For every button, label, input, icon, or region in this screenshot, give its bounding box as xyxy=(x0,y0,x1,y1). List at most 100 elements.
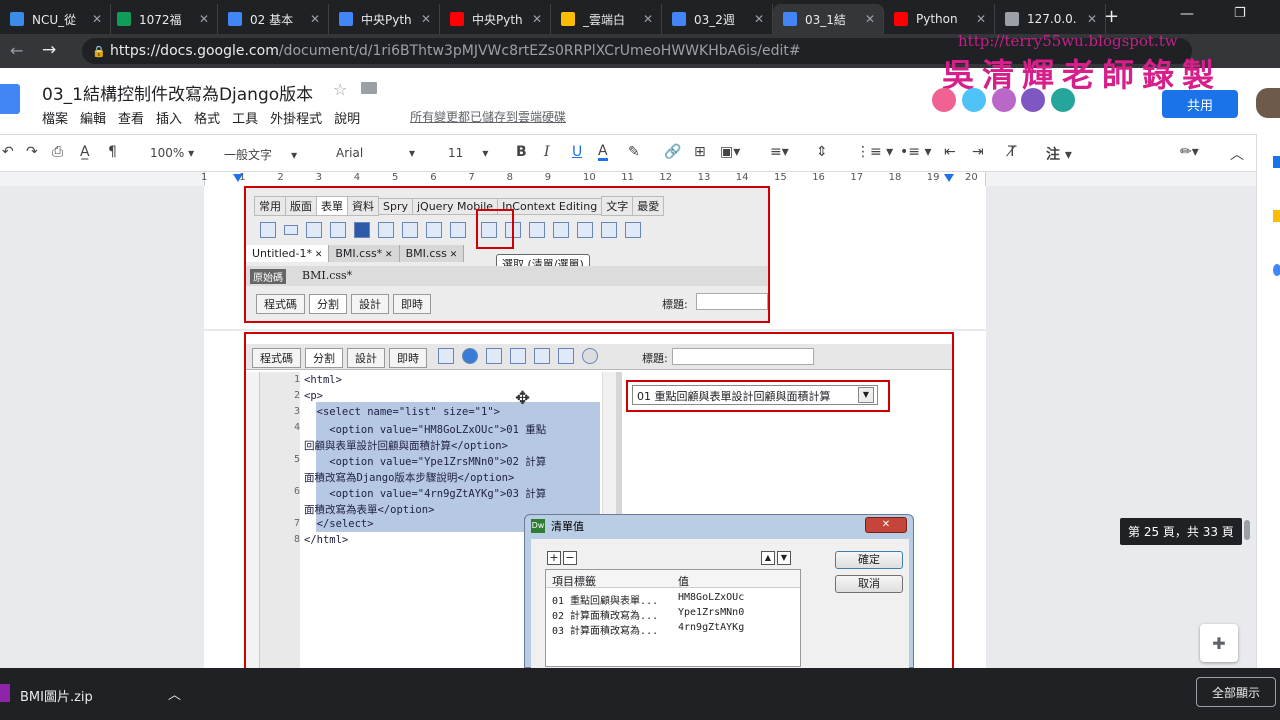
browser-tab[interactable]: _雲端白 ✕ xyxy=(551,4,662,34)
menu-item[interactable]: 插入 xyxy=(156,112,182,127)
dw-insert-tab[interactable]: 最愛 xyxy=(632,196,665,216)
new-tab-button[interactable]: + xyxy=(1104,6,1119,27)
highlight-icon[interactable]: ✎ xyxy=(628,144,640,160)
menu-item[interactable]: 編輯 xyxy=(80,112,106,127)
menu-item[interactable]: 格式 xyxy=(194,112,220,127)
undo-icon[interactable]: ↶ xyxy=(2,144,14,160)
increase-indent-icon[interactable]: ⇥ xyxy=(972,144,984,160)
font-size-select[interactable]: 11 ▾ xyxy=(448,146,488,160)
move-down-button[interactable]: ▼ xyxy=(777,551,791,565)
add-item-button[interactable]: + xyxy=(547,551,561,565)
font-select[interactable]: Arial ▾ xyxy=(336,146,415,160)
share-button[interactable]: 共用 xyxy=(1162,90,1238,118)
save-status[interactable]: 所有變更都已儲存到雲端硬碟 xyxy=(410,108,566,125)
explore-button[interactable]: ✚ xyxy=(1200,624,1238,662)
tab-close-icon[interactable]: ✕ xyxy=(310,12,320,26)
dialog-close-button[interactable]: ✕ xyxy=(865,517,907,533)
print-icon[interactable]: ⎙ xyxy=(52,144,63,160)
dw-view-button[interactable]: 即時 xyxy=(389,348,427,368)
dw-insert-tab[interactable]: 資料 xyxy=(347,196,379,216)
table-row[interactable]: 02 計算面積改寫為... Ype1ZrsMNn0 xyxy=(546,606,800,622)
italic-button[interactable]: I xyxy=(544,144,550,160)
calendar-icon[interactable] xyxy=(1273,156,1280,168)
dw-document-tab[interactable]: BMI.css* ✕ xyxy=(329,245,400,262)
redo-icon[interactable]: ↷ xyxy=(26,144,38,160)
restore-button[interactable]: ❐ xyxy=(1234,6,1246,21)
cancel-button[interactable]: 取消 xyxy=(835,575,903,593)
star-icon[interactable]: ☆ xyxy=(333,80,347,99)
clear-format-icon[interactable]: T̸ xyxy=(1008,144,1017,160)
minimize-button[interactable]: — xyxy=(1180,6,1194,22)
tasks-icon[interactable] xyxy=(1273,264,1280,276)
select-list-tool-highlight[interactable] xyxy=(476,209,514,249)
doc-title[interactable]: 03_1結構控制件改寫為Django版本 xyxy=(42,80,313,105)
folder-icon[interactable] xyxy=(361,82,377,94)
dw-insert-tab[interactable]: 常用 xyxy=(254,196,286,216)
tab-close-icon[interactable]: ✕ xyxy=(92,12,102,26)
browser-tab[interactable]: 03_1結 ✕ xyxy=(773,4,884,34)
tab-close-icon[interactable]: ✕ xyxy=(976,12,986,26)
spellcheck-icon[interactable]: A̲ xyxy=(80,144,90,160)
dw-view-button[interactable]: 程式碼 xyxy=(256,294,305,314)
dw-insert-tab[interactable]: 文字 xyxy=(601,196,634,216)
zoom-select[interactable]: 100% ▾ xyxy=(150,146,194,160)
tab-close-icon[interactable]: ✕ xyxy=(199,12,209,26)
menu-item[interactable]: 外掛程式 xyxy=(270,112,322,127)
dw-view-button[interactable]: 分割 xyxy=(305,348,343,368)
dw-insert-tab[interactable]: 表單 xyxy=(316,196,348,216)
bold-button[interactable]: B xyxy=(516,144,527,160)
dw-main-title-input[interactable] xyxy=(672,348,814,365)
browser-tab[interactable]: NCU_從 ✕ xyxy=(0,4,111,34)
ruler-track[interactable]: 1 1 2 3 4 5 6 7 8 9 10 11 12 13 14 15 16 17 18 19 20 xyxy=(201,172,986,186)
move-up-button[interactable]: ▲ xyxy=(761,551,775,565)
menu-item[interactable]: 查看 xyxy=(118,112,144,127)
select-preview[interactable]: 01 重點回顧與表單設計回顧與面積計算 xyxy=(632,385,878,405)
browser-tab[interactable]: 中央Pyth ✕ xyxy=(440,4,551,34)
dw-insert-tab[interactable]: 版面 xyxy=(285,196,317,216)
image-icon[interactable]: ▣▾ xyxy=(720,144,740,160)
list-values-table[interactable]: 項目標籤 值 01 重點回顧與表單... HM8GoLZxOUc 02 計算面積改寫… xyxy=(545,569,801,667)
edit-mode-icon[interactable]: ✏▾ xyxy=(1180,144,1199,160)
page-scroll-thumb[interactable] xyxy=(1244,520,1250,540)
dw-view-button[interactable]: 即時 xyxy=(393,294,431,314)
tab-close-icon[interactable]: ✕ xyxy=(754,12,764,26)
browser-tab[interactable]: 03_2週 ✕ xyxy=(662,4,773,34)
ok-button[interactable]: 確定 xyxy=(835,551,903,569)
dw-tab-close-icon[interactable]: ✕ xyxy=(447,250,458,260)
menu-item[interactable]: 檔案 xyxy=(42,112,68,127)
account-avatar[interactable] xyxy=(1256,88,1280,118)
browser-tab[interactable]: 02 基本 ✕ xyxy=(218,4,329,34)
dw-view-button[interactable]: 設計 xyxy=(351,294,389,314)
table-row[interactable]: 01 重點回顧與表單... HM8GoLZxOUc xyxy=(546,591,800,607)
table-row[interactable]: 03 計算面積改寫為... 4rn9gZtAYKg xyxy=(546,621,800,637)
download-file-name[interactable]: BMI圖片.zip xyxy=(20,686,93,705)
download-menu-chevron-icon[interactable]: ︿ xyxy=(168,684,181,703)
forward-icon[interactable]: → xyxy=(42,40,56,60)
keep-icon[interactable] xyxy=(1273,210,1280,222)
notes-button[interactable]: 注 ▾ xyxy=(1046,144,1072,164)
comment-icon[interactable]: ⊞ xyxy=(694,144,706,160)
dw-document-tab[interactable]: Untitled-1* ✕ xyxy=(246,245,330,262)
select-dropdown-arrow-icon[interactable]: ▼ xyxy=(858,387,874,403)
bulleted-list-icon[interactable]: •≡ ▾ xyxy=(900,144,931,160)
browser-tab[interactable]: Python ✕ xyxy=(884,4,995,34)
docs-logo-icon[interactable] xyxy=(0,84,20,114)
menu-item[interactable]: 工具 xyxy=(232,112,258,127)
source-tag[interactable]: 原始碼 xyxy=(250,269,286,284)
dw-tab-close-icon[interactable]: ✕ xyxy=(312,250,323,260)
show-all-button[interactable]: 全部顯示 xyxy=(1196,677,1276,707)
dw-view-button[interactable]: 設計 xyxy=(347,348,385,368)
style-select[interactable]: 一般文字 ▾ xyxy=(224,146,297,163)
back-icon[interactable]: ← xyxy=(10,41,23,60)
align-icon[interactable]: ≡▾ xyxy=(770,144,789,160)
tab-close-icon[interactable]: ✕ xyxy=(1087,12,1097,26)
browser-tab[interactable]: 中央Pyth ✕ xyxy=(329,4,440,34)
remove-item-button[interactable]: − xyxy=(563,551,577,565)
line-spacing-icon[interactable]: ⇕ xyxy=(816,144,828,160)
collapse-icon[interactable]: ︿ xyxy=(1230,144,1244,164)
paint-format-icon[interactable]: ¶ xyxy=(108,144,117,160)
dw-document-tab[interactable]: BMI.css ✕ xyxy=(399,245,465,262)
dw-view-button[interactable]: 分割 xyxy=(309,294,347,314)
browser-tab[interactable]: 127.0.0. ✕ xyxy=(995,4,1106,34)
dialog-titlebar[interactable]: Dw 清單值 xyxy=(525,515,913,537)
